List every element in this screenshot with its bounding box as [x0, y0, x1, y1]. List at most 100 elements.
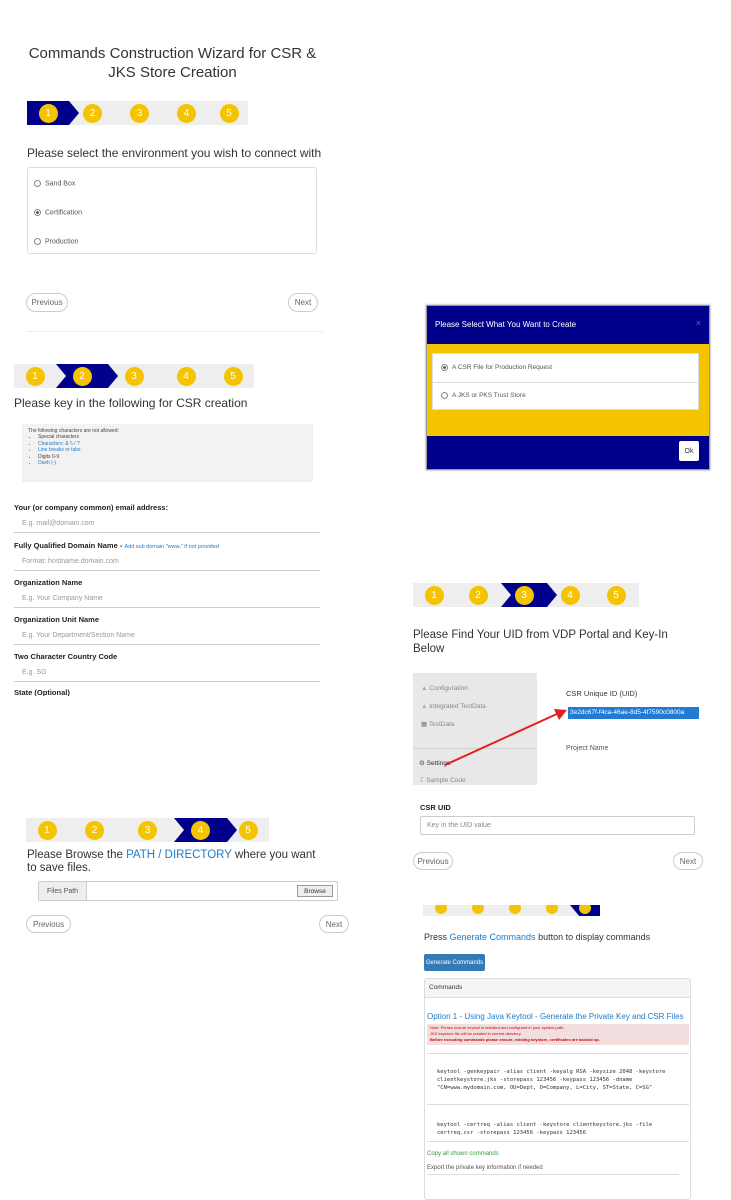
prompt-text: Please Browse the: [27, 849, 127, 861]
export-divider: [427, 1174, 679, 1175]
next-button[interactable]: Next: [319, 915, 349, 933]
divider: [27, 331, 323, 332]
command-block-1: keytool -genkeypair -alias client -keyal…: [427, 1053, 689, 1105]
radio-checked-icon: [441, 364, 448, 371]
file-path-input[interactable]: [88, 882, 294, 900]
step-number: 4: [177, 103, 196, 123]
page-title-line1: Commands Construction Wizard for CSR &: [28, 45, 317, 62]
file-path-group: Files Path Browse: [38, 881, 338, 901]
fqdn-label: Fully Qualified Domain Name - Add sub do…: [14, 541, 219, 550]
page-title: Commands Construction Wizard for CSR & J…: [20, 44, 325, 82]
step-number: 3: [124, 366, 144, 386]
step-number: [435, 905, 447, 914]
option-label: A CSR File for Production Request: [452, 364, 553, 372]
org-unit-label: Organization Unit Name: [14, 615, 100, 624]
org-unit-field[interactable]: E.g. Your Department/Section Name: [14, 627, 320, 645]
option-label: Sand Box: [45, 180, 76, 188]
csr-uid-input[interactable]: Key in the UID value: [420, 816, 695, 835]
email-label: Your (or company common) email address:: [14, 503, 169, 512]
step-1[interactable]: 1: [26, 818, 78, 842]
commands-panel: Commands Option 1 - Using Java Keytool -…: [424, 978, 691, 1200]
arrow-line: [444, 712, 560, 766]
generate-commands-button[interactable]: Generate Commands: [424, 954, 485, 971]
next-button[interactable]: Next: [288, 293, 318, 312]
command-line: "CN=www.mydomain.com, OU=Dept, O=Company…: [437, 1085, 653, 1091]
wizard-steps: 1 2 3 4 5: [27, 101, 248, 125]
ok-button[interactable]: Ok: [679, 441, 699, 461]
option-label: Certification: [45, 209, 82, 217]
warning-line: Before executing commands please ensure,…: [430, 1037, 600, 1042]
modal-body: A CSR File for Production Request A JKS …: [427, 344, 709, 436]
fqdn-label-text: Fully Qualified Domain Name -: [14, 541, 123, 550]
option-production[interactable]: Production: [34, 238, 78, 245]
step-number: [545, 905, 558, 914]
wizard-steps: 1 2 3 4 5: [14, 364, 254, 388]
prompt-text: Press: [424, 932, 450, 942]
export-label: Export the private key information if ne…: [427, 1165, 543, 1171]
step-number: 2: [85, 820, 104, 840]
country-label: Two Character Country Code: [14, 652, 118, 661]
step-1[interactable]: 1: [413, 583, 465, 607]
country-field[interactable]: E.g. SG: [14, 664, 320, 682]
prompt-highlight: Generate Commands: [449, 932, 536, 942]
character-note: The following characters are not allowed…: [22, 424, 313, 482]
modal-option-jks[interactable]: A JKS or PKS Trust Store: [441, 392, 526, 399]
commands-header: Commands: [425, 979, 690, 998]
step-number: 1: [37, 820, 57, 840]
step-number: 1: [424, 585, 444, 605]
previous-button[interactable]: Previous: [26, 915, 71, 933]
step-number: 3: [138, 820, 157, 840]
browse-button[interactable]: Browse: [297, 885, 333, 897]
step-number: 1: [25, 366, 45, 386]
step-number: 2: [83, 103, 102, 123]
command-line: keytool -genkeypair -alias client -keyal…: [437, 1069, 666, 1075]
step-number: 3: [514, 585, 534, 605]
uid-prompt: Please Find Your UID from VDP Portal and…: [413, 628, 668, 656]
csr-uid-label: CSR UID: [420, 803, 451, 812]
step-number: 4: [191, 820, 210, 840]
copy-commands-link[interactable]: Copy all shown commands: [427, 1151, 499, 1157]
option-divider: [433, 382, 698, 383]
radio-icon: [34, 180, 41, 187]
close-icon[interactable]: ×: [696, 318, 701, 328]
environment-options: Sand Box Certification Production: [27, 167, 317, 254]
previous-button[interactable]: Previous: [26, 293, 68, 312]
command-block-2: keytool -certreq -alias client -keystore…: [427, 1107, 689, 1142]
option-title: Option 1 - Using Java Keytool - Generate…: [427, 1012, 684, 1021]
radio-checked-icon: [34, 209, 41, 216]
fqdn-field[interactable]: Format: hostname.domain.com: [14, 553, 320, 571]
step-number: 2: [468, 585, 488, 605]
organization-label: Organization Name: [14, 578, 83, 587]
option-certification[interactable]: Certification: [34, 209, 82, 216]
step-1[interactable]: 1: [14, 364, 66, 388]
option-label: A JKS or PKS Trust Store: [452, 392, 526, 400]
modal-footer: Ok: [427, 436, 709, 469]
wizard-steps: 1 2 3 4 5: [26, 818, 269, 842]
step-number: 1: [38, 103, 58, 123]
modal-title: Please Select What You Want to Create: [435, 320, 577, 329]
step-number: [471, 905, 484, 914]
command-line: clientkeystore.jks -storepass 123456 -ke…: [437, 1077, 633, 1083]
next-button[interactable]: Next: [673, 852, 703, 870]
page-title-line2: JKS Store Creation: [108, 64, 237, 81]
email-field[interactable]: E.g. mail@domain.com: [14, 515, 320, 533]
create-modal: Please Select What You Want to Create × …: [426, 305, 710, 470]
step-number: 5: [238, 820, 258, 840]
modal-header: Please Select What You Want to Create ×: [427, 306, 709, 344]
prompt-text: button to display commands: [535, 932, 651, 942]
prompt-highlight: PATH / DIRECTORY: [126, 849, 232, 861]
path-prompt: Please Browse the PATH / DIRECTORY where…: [27, 849, 357, 875]
previous-button[interactable]: Previous: [413, 852, 453, 870]
step-number: 5: [223, 366, 243, 386]
note-item: Dash (-): [38, 460, 307, 466]
option-sandbox[interactable]: Sand Box: [34, 180, 75, 187]
organization-field[interactable]: E.g. Your Company Name: [14, 590, 320, 608]
uid-prompt-line1: Please Find Your UID from VDP Portal and…: [413, 629, 668, 641]
fqdn-label-hint: Add sub domain "www." if not provided: [124, 544, 219, 550]
warning-box: Note: Please ensure keytool is installed…: [427, 1024, 689, 1045]
modal-option-csr[interactable]: A CSR File for Production Request: [441, 364, 552, 371]
step-number: 5: [219, 103, 239, 123]
step-1[interactable]: 1: [27, 101, 79, 125]
path-prompt-line1: Please Browse the PATH / DIRECTORY where…: [27, 849, 357, 862]
environment-prompt: Please select the environment you wish t…: [27, 146, 322, 160]
